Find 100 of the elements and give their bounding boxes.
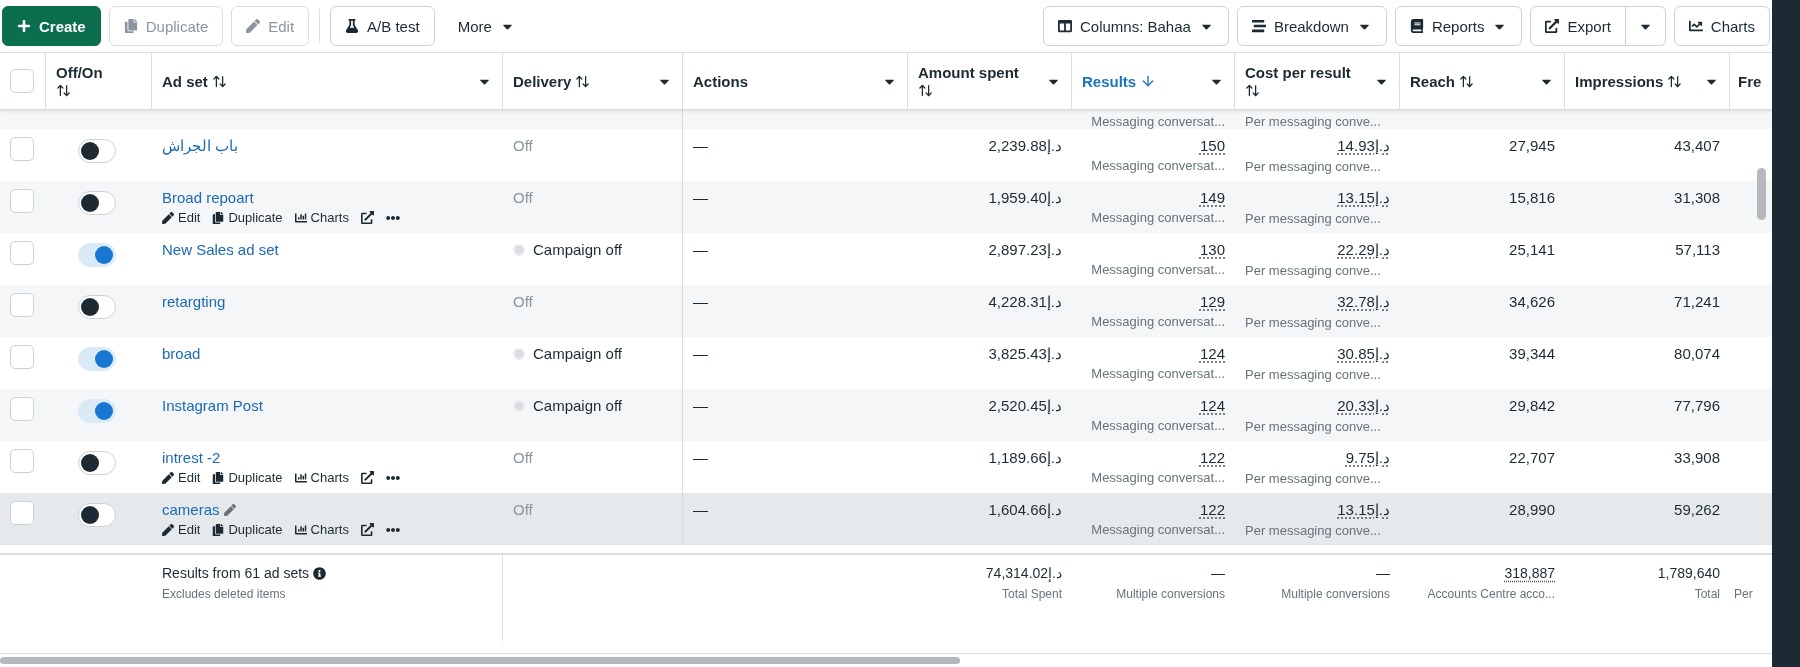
row-action-link[interactable]: Charts: [294, 210, 349, 225]
table-cell: 130: [1199, 241, 1225, 258]
column-header[interactable]: Fre: [1730, 53, 1770, 109]
table-cell: Per messaging conve...: [1245, 523, 1381, 538]
total-value: —: [1376, 565, 1390, 581]
row-checkbox[interactable]: [10, 137, 34, 161]
toggle-switch[interactable]: [78, 399, 116, 423]
reports-button[interactable]: Reports: [1394, 6, 1523, 46]
bar-chart-icon: [294, 523, 307, 536]
table-cell: 71,241: [1674, 293, 1720, 310]
row-checkbox[interactable]: [10, 293, 34, 317]
row-checkbox[interactable]: [10, 397, 34, 421]
table-cell: 129: [1199, 293, 1225, 310]
table-cell: —: [693, 189, 708, 206]
info-icon[interactable]: [313, 566, 327, 580]
row-action-link[interactable]: Charts: [294, 470, 349, 485]
row-action-link[interactable]: Duplicate: [212, 522, 283, 537]
table-cell: 1,604.66د.إ: [988, 501, 1062, 519]
row-action-link[interactable]: Edit: [162, 210, 201, 225]
ad-set-link[interactable]: cameras: [162, 501, 236, 518]
table-cell: Per messaging conve...: [1245, 263, 1381, 278]
table-cell: Per messaging conve...: [1245, 471, 1381, 486]
table-cell: Messaging conversat...: [1091, 158, 1225, 173]
table-cell: Per messaging conve...: [1245, 159, 1381, 174]
create-button[interactable]: Create: [2, 6, 101, 46]
toggle-switch[interactable]: [78, 191, 116, 215]
bar-chart-icon: [294, 211, 307, 224]
toggle-switch[interactable]: [78, 451, 116, 475]
export-button[interactable]: Export: [1530, 6, 1626, 46]
sort-icon: [1667, 73, 1683, 89]
table-cell: —: [693, 293, 708, 310]
total-value: —: [1211, 565, 1225, 581]
table-cell: 25,141: [1509, 241, 1555, 258]
table-cell: 13.15د.إ: [1337, 501, 1390, 519]
table-cell: Messaging conversat...: [1091, 470, 1225, 485]
row-checkbox[interactable]: [10, 241, 34, 265]
row-checkbox[interactable]: [10, 449, 34, 473]
ad-set-link[interactable]: New Sales ad set: [162, 241, 279, 258]
ad-set-link[interactable]: broad: [162, 345, 201, 362]
select-all-checkbox[interactable]: [10, 69, 34, 93]
table-cell: Messaging conversat...: [1091, 418, 1225, 433]
sort-icon: [1245, 83, 1260, 98]
table-cell: Messaging conversat...: [1091, 262, 1225, 277]
total-label: Total: [1694, 587, 1720, 601]
toggle-switch[interactable]: [78, 295, 116, 319]
ab-test-button[interactable]: A/B test: [330, 6, 435, 46]
total-label: Total Spent: [1001, 587, 1062, 601]
row-action-link[interactable]: Edit: [162, 522, 201, 537]
scrollbar-thumb[interactable]: [1757, 168, 1766, 220]
table-cell: 80,074: [1674, 345, 1720, 362]
scrollbar-thumb[interactable]: [0, 657, 960, 664]
open-icon[interactable]: [360, 523, 374, 536]
bar-chart-icon: [294, 471, 307, 484]
toggle-switch[interactable]: [78, 347, 116, 371]
table-cell: 14.93د.إ: [1337, 137, 1390, 155]
table-cell: 57,113: [1675, 241, 1720, 258]
open-icon[interactable]: [360, 211, 374, 224]
table-cell: Per messaging conve...: [1245, 367, 1381, 382]
row-action-link[interactable]: Charts: [294, 522, 349, 537]
row-action-link[interactable]: Duplicate: [212, 470, 283, 485]
delivery-status: Campaign off: [533, 345, 622, 362]
table-cell: 29,842: [1509, 397, 1555, 414]
row-checkbox[interactable]: [10, 501, 34, 525]
ad-set-link[interactable]: Instagram Post: [162, 397, 263, 414]
ad-set-link[interactable]: باب الجراش: [162, 137, 239, 155]
table-cell: 2,239.88د.إ: [988, 137, 1062, 155]
open-icon[interactable]: [360, 471, 374, 484]
breakdown-button[interactable]: Breakdown: [1236, 6, 1387, 46]
table-cell: 2,897.23د.إ: [988, 241, 1062, 259]
table-cell: —: [693, 345, 708, 362]
row-checkbox[interactable]: [10, 345, 34, 369]
delivery-status: Off: [513, 449, 533, 466]
summary-note: Excludes deleted items: [162, 587, 286, 601]
delivery-status: Off: [513, 189, 533, 206]
row-action-link[interactable]: Duplicate: [212, 210, 283, 225]
table-cell: Per messaging conve...: [1245, 211, 1381, 226]
table-cell: 3,825.43د.إ: [988, 345, 1062, 363]
row-checkbox[interactable]: [10, 189, 34, 213]
ad-set-link[interactable]: intrest -2: [162, 449, 221, 466]
table-cell: Per messaging conve...: [1245, 114, 1381, 129]
toggle-switch[interactable]: [78, 139, 116, 163]
columns-button[interactable]: Columns: Bahaa: [1042, 6, 1229, 46]
charts-button[interactable]: Charts: [1673, 6, 1770, 46]
copy-icon: [212, 523, 225, 536]
sort-icon: [918, 83, 933, 98]
total-value: 74,314.02د.إ: [985, 565, 1062, 581]
toggle-switch[interactable]: [78, 243, 116, 267]
table-cell: 149: [1199, 189, 1225, 206]
ad-set-link[interactable]: Broad repoart: [162, 189, 254, 206]
toggle-switch[interactable]: [78, 503, 116, 527]
delivery-status: Campaign off: [533, 397, 622, 414]
table-cell: 20.33د.إ: [1337, 397, 1390, 415]
table-cell: 43,407: [1674, 137, 1720, 154]
ad-set-link[interactable]: retargting: [162, 293, 226, 310]
row-action-link[interactable]: Edit: [162, 470, 201, 485]
total-value: 318,887: [1504, 565, 1555, 581]
plus-icon: [17, 19, 31, 33]
table-cell: 59,262: [1674, 501, 1720, 518]
table-cell: 124: [1199, 345, 1225, 362]
table-cell: 27,945: [1509, 137, 1555, 154]
